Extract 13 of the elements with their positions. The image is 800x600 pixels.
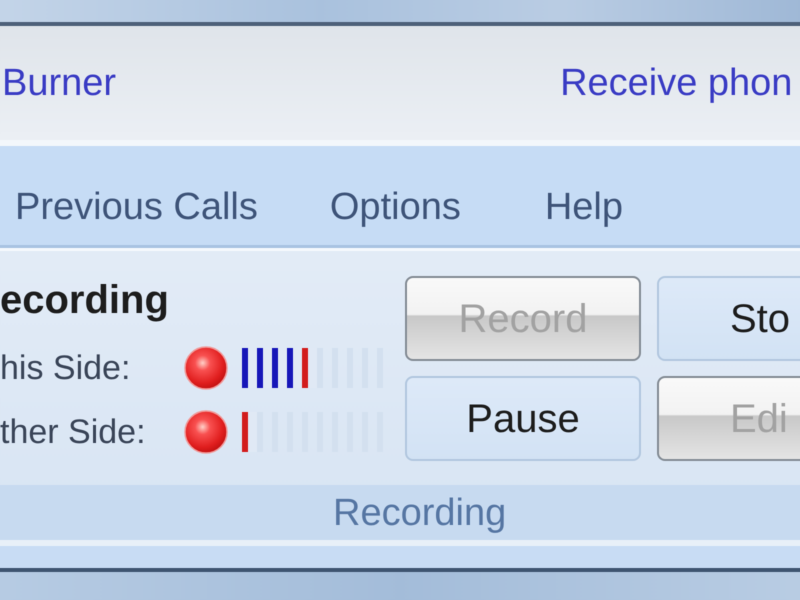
menu-item[interactable]: Options: [330, 188, 461, 226]
section-heading: ecording: [0, 280, 169, 320]
indicator-light-icon: [184, 410, 228, 454]
menu-item[interactable]: Help: [544, 188, 623, 226]
app-subtitle: Receive phon: [560, 60, 792, 106]
menu-item[interactable]: Previous Calls: [15, 188, 258, 226]
channel-label: his Side:: [0, 351, 130, 385]
channel-label: ther Side:: [0, 415, 146, 449]
ribbon-button[interactable]: Pause: [405, 376, 641, 461]
ribbon-button[interactable]: Sto: [657, 276, 800, 361]
indicator-light-icon: [184, 346, 228, 390]
app-title: Burner: [1, 60, 116, 106]
group-label: Recording: [333, 494, 506, 532]
